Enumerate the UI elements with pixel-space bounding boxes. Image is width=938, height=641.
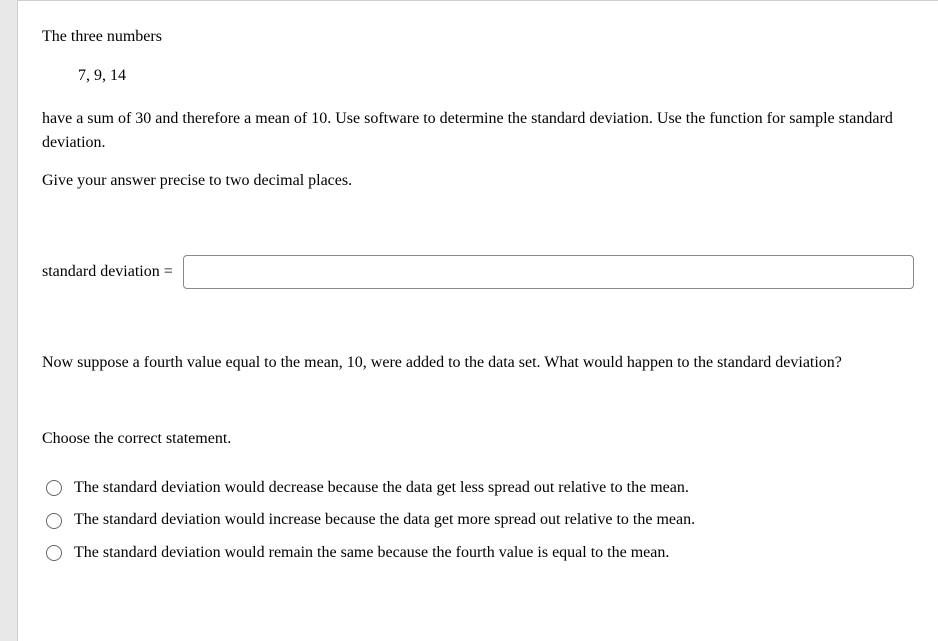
radio-label-3: The standard deviation would remain the … <box>74 542 669 564</box>
std-dev-label: standard deviation = <box>42 263 173 281</box>
description-text: have a sum of 30 and therefore a mean of… <box>42 107 914 155</box>
precision-note: Give your answer precise to two decimal … <box>42 169 914 193</box>
left-margin <box>0 0 18 641</box>
choose-statement-label: Choose the correct statement. <box>42 427 914 451</box>
radio-option-1[interactable]: The standard deviation would decrease be… <box>46 477 914 499</box>
page-container: The three numbers 7, 9, 14 have a sum of… <box>0 0 938 641</box>
followup-prompt: Now suppose a fourth value equal to the … <box>42 351 914 375</box>
radio-circle-icon[interactable] <box>46 513 62 529</box>
std-dev-input-row: standard deviation = <box>42 255 914 289</box>
radio-circle-icon[interactable] <box>46 480 62 496</box>
radio-label-1: The standard deviation would decrease be… <box>74 477 689 499</box>
content-area: The three numbers 7, 9, 14 have a sum of… <box>18 0 938 641</box>
radio-option-3[interactable]: The standard deviation would remain the … <box>46 542 914 564</box>
intro-text: The three numbers <box>42 25 914 49</box>
radio-group: The standard deviation would decrease be… <box>46 477 914 564</box>
numbers-display: 7, 9, 14 <box>78 67 914 85</box>
radio-circle-icon[interactable] <box>46 545 62 561</box>
radio-label-2: The standard deviation would increase be… <box>74 509 695 531</box>
radio-option-2[interactable]: The standard deviation would increase be… <box>46 509 914 531</box>
std-dev-input[interactable] <box>183 255 914 289</box>
